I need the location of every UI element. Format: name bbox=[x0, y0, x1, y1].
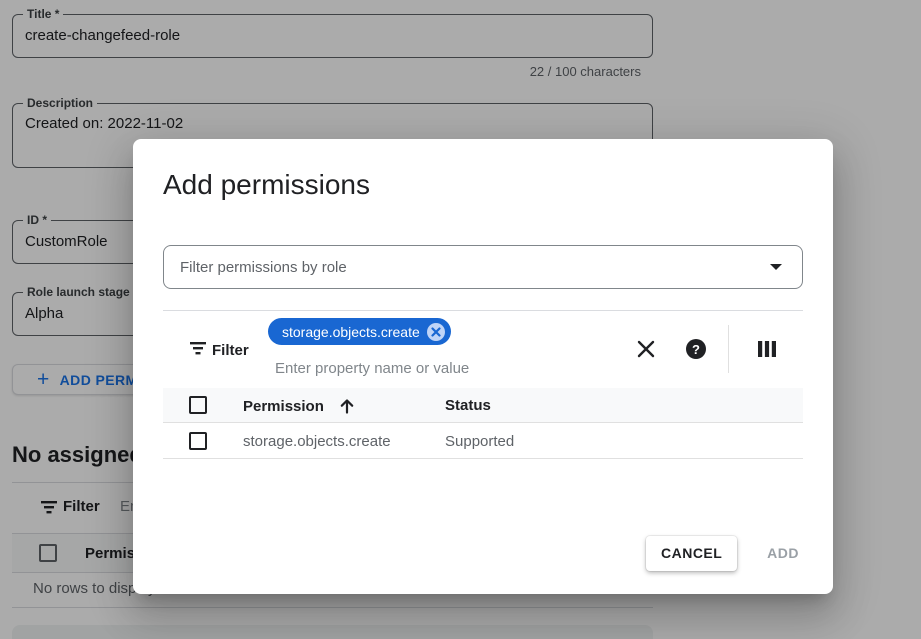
permission-column-header[interactable]: Permission bbox=[243, 397, 356, 415]
sort-ascending-icon bbox=[338, 397, 356, 415]
close-icon bbox=[636, 339, 656, 359]
add-permissions-dialog: Add permissions Filter permissions by ro… bbox=[133, 139, 833, 594]
role-dropdown-placeholder: Filter permissions by role bbox=[180, 259, 770, 276]
chip-remove-icon[interactable] bbox=[427, 323, 445, 341]
filter-icon bbox=[189, 341, 207, 355]
permissions-filter-toolbar: Filter storage.objects.create Enter prop… bbox=[163, 311, 803, 388]
help-icon: ? bbox=[686, 339, 706, 359]
dialog-title: Add permissions bbox=[163, 169, 370, 201]
toolbar-divider bbox=[728, 325, 729, 373]
filter-chip-label: storage.objects.create bbox=[282, 324, 420, 340]
chevron-down-icon bbox=[770, 264, 782, 270]
filter-help-button[interactable]: ? bbox=[684, 337, 708, 361]
add-button[interactable]: ADD bbox=[763, 537, 803, 569]
clear-filters-button[interactable] bbox=[634, 337, 658, 361]
status-cell: Supported bbox=[445, 433, 514, 450]
status-column-header[interactable]: Status bbox=[445, 397, 491, 414]
column-display-options-button[interactable] bbox=[755, 337, 779, 361]
select-all-checkbox[interactable] bbox=[189, 396, 207, 414]
columns-icon bbox=[757, 339, 777, 359]
filter-input-placeholder[interactable]: Enter property name or value bbox=[275, 360, 469, 377]
table-row[interactable]: storage.objects.create Supported bbox=[163, 423, 803, 459]
permissions-table-header: Permission Status bbox=[163, 388, 803, 423]
filter-chip[interactable]: storage.objects.create bbox=[268, 318, 451, 345]
dialog-actions: CANCEL ADD bbox=[646, 535, 803, 571]
permission-column-label: Permission bbox=[243, 398, 324, 415]
row-checkbox[interactable] bbox=[189, 432, 207, 450]
filter-permissions-by-role-dropdown[interactable]: Filter permissions by role bbox=[163, 245, 803, 289]
filter-label: Filter bbox=[212, 342, 249, 359]
permission-cell: storage.objects.create bbox=[243, 433, 391, 450]
cancel-button[interactable]: CANCEL bbox=[646, 536, 737, 571]
